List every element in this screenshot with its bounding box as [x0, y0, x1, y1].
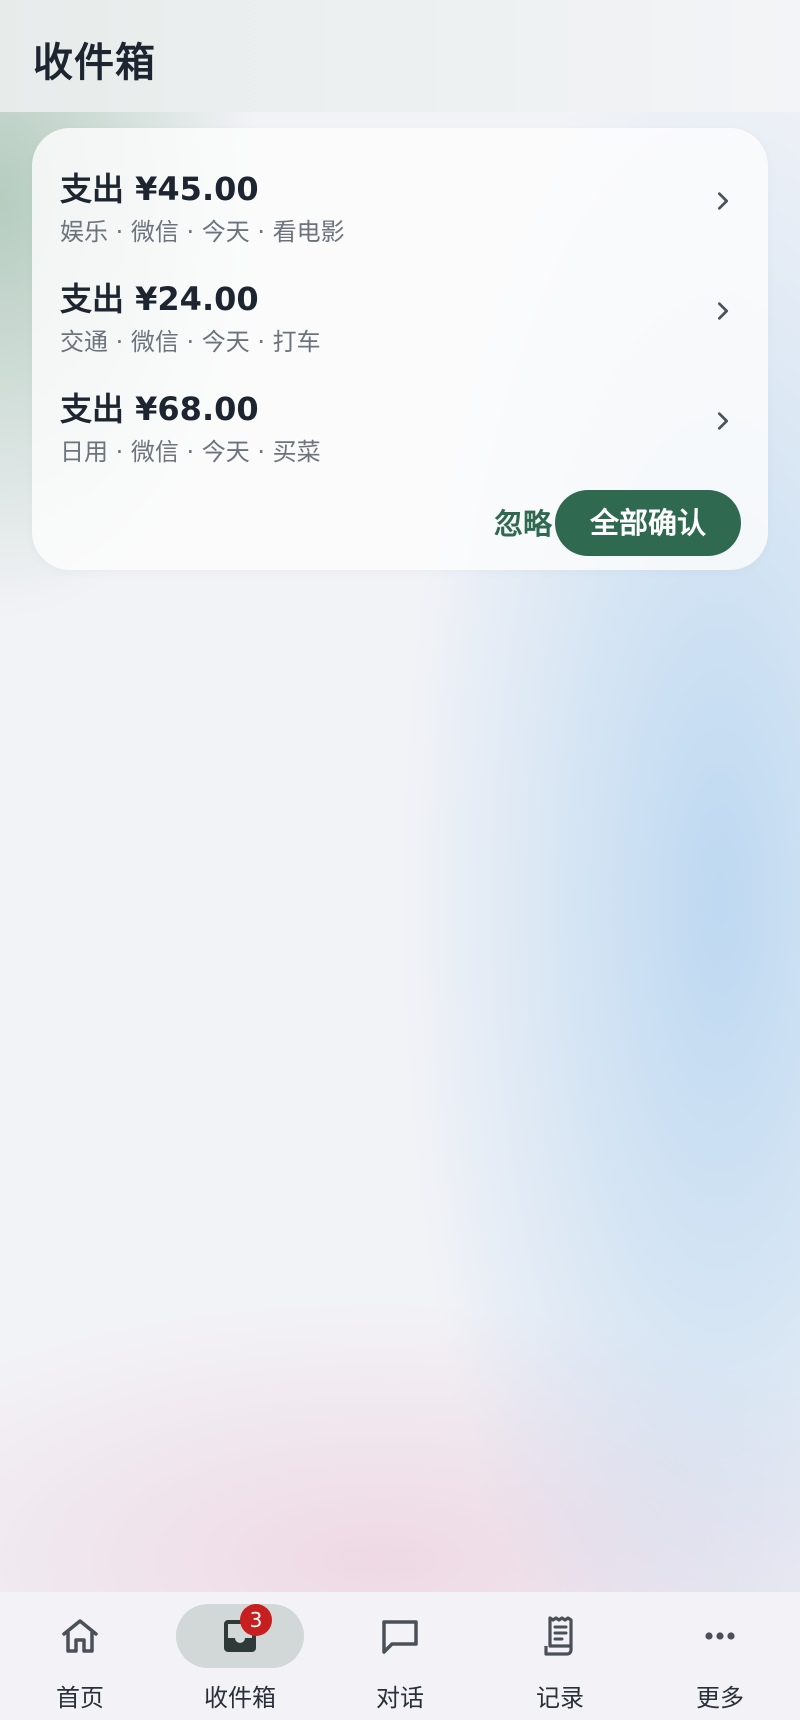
pending-transactions-card: 支出 ¥45.00 娱乐 · 微信 · 今天 · 看电影 支出 ¥24.00 交… — [32, 128, 768, 570]
page-title: 收件箱 — [33, 40, 156, 86]
home-icon — [62, 1619, 98, 1653]
chat-bubble-icon — [382, 1620, 418, 1654]
bottom-nav: 首页 3 收件箱 对话 记录 更多 — [0, 1592, 800, 1720]
transaction-title: 支出 ¥45.00 — [60, 170, 259, 208]
unread-count-badge: 3 — [240, 1604, 272, 1636]
transaction-title: 支出 ¥24.00 — [60, 280, 259, 318]
nav-label: 更多 — [696, 1684, 744, 1712]
chevron-right-icon — [717, 412, 729, 430]
more-horizontal-icon — [705, 1632, 735, 1640]
transaction-subtitle: 日用 · 微信 · 今天 · 买菜 — [60, 438, 321, 466]
list-item[interactable]: 支出 ¥45.00 娱乐 · 微信 · 今天 · 看电影 — [32, 128, 768, 246]
transaction-title: 支出 ¥68.00 — [60, 390, 259, 428]
nav-label: 对话 — [376, 1684, 424, 1712]
nav-item-home[interactable]: 首页 — [0, 1592, 160, 1720]
nav-label: 记录 — [536, 1684, 584, 1712]
confirm-all-button[interactable]: 全部确认 — [555, 490, 741, 556]
nav-label: 首页 — [56, 1684, 104, 1712]
list-item[interactable]: 支出 ¥68.00 日用 · 微信 · 今天 · 买菜 — [32, 348, 768, 466]
nav-item-chat[interactable]: 对话 — [320, 1592, 480, 1720]
app-header: 收件箱 — [0, 0, 800, 112]
nav-item-more[interactable]: 更多 — [640, 1592, 800, 1720]
receipt-icon — [544, 1616, 573, 1656]
nav-label: 收件箱 — [204, 1684, 276, 1712]
chevron-right-icon — [717, 302, 729, 320]
list-item[interactable]: 支出 ¥24.00 交通 · 微信 · 今天 · 打车 — [32, 238, 768, 356]
chevron-right-icon — [717, 192, 729, 210]
nav-item-inbox[interactable]: 3 收件箱 — [160, 1592, 320, 1720]
nav-item-records[interactable]: 记录 — [480, 1592, 640, 1720]
